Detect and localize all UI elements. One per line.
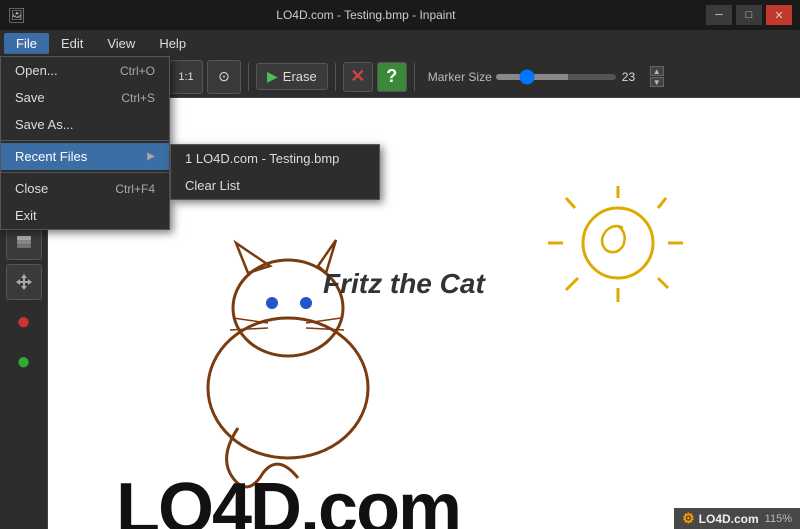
menu-close[interactable]: Close Ctrl+F4 (1, 175, 169, 202)
menu-bar: File Edit View Help (0, 30, 800, 56)
minimize-button[interactable]: ─ (706, 5, 732, 25)
svg-text:Fritz the Cat: Fritz the Cat (323, 268, 486, 299)
menu-file[interactable]: File (4, 33, 49, 54)
menu-separator-1 (1, 140, 169, 141)
title-bar: 🖼 LO4D.com - Testing.bmp - Inpaint ─ □ ✕ (0, 0, 800, 30)
status-bar: ⚙ LO4D.com 115% (674, 508, 800, 529)
marker-increase[interactable]: ▲ (650, 66, 664, 76)
open-label: Open... (15, 63, 58, 78)
window-title: LO4D.com - Testing.bmp - Inpaint (26, 8, 706, 22)
window-controls: ─ □ ✕ (706, 5, 792, 25)
move-tool-button[interactable] (6, 264, 42, 300)
save-shortcut: Ctrl+S (121, 91, 155, 105)
marker-size-label: Marker Size (428, 70, 492, 84)
marker-size-value: 23 (622, 70, 644, 84)
zoom-reset-button[interactable]: 1:1 (169, 60, 203, 94)
close-shortcut: Ctrl+F4 (115, 182, 155, 196)
layers-icon (14, 232, 34, 252)
toolbar-separator-2 (248, 63, 249, 91)
logo-text: LO4D.com (699, 512, 759, 526)
lo4d-logo: ⚙ LO4D.com (682, 510, 759, 527)
menu-separator-2 (1, 172, 169, 173)
menu-exit[interactable]: Exit (1, 202, 169, 229)
menu-recent-files[interactable]: Recent Files ▶ (1, 143, 169, 170)
recent-files-label: Recent Files (15, 149, 87, 164)
open-shortcut: Ctrl+O (120, 64, 155, 78)
zoom-level: 115% (765, 513, 792, 525)
menu-open[interactable]: Open... Ctrl+O (1, 57, 169, 84)
save-as-label: Save As... (15, 117, 74, 132)
color-red-button[interactable]: ● (6, 304, 42, 340)
menu-view[interactable]: View (95, 33, 147, 54)
zoom-fit-button[interactable]: ⊙ (207, 60, 241, 94)
exit-label: Exit (15, 208, 37, 223)
clear-list-item[interactable]: Clear List (171, 172, 379, 199)
menu-save-as[interactable]: Save As... (1, 111, 169, 138)
app-icon: 🖼 (8, 7, 26, 24)
marker-arrows: ▲ ▼ (650, 66, 664, 87)
close-button[interactable]: ✕ (766, 5, 792, 25)
recent-files-submenu: 1 LO4D.com - Testing.bmp Clear List (170, 144, 380, 200)
move-icon (14, 272, 34, 292)
lo4d-icon: ⚙ (682, 510, 695, 527)
menu-save[interactable]: Save Ctrl+S (1, 84, 169, 111)
maximize-button[interactable]: □ (736, 5, 762, 25)
toolbar-separator-4 (414, 63, 415, 91)
file-menu-dropdown: Open... Ctrl+O Save Ctrl+S Save As... Re… (0, 56, 170, 230)
recent-file-1[interactable]: 1 LO4D.com - Testing.bmp (171, 145, 379, 172)
marker-size-slider[interactable] (496, 74, 616, 80)
file-dropdown: Open... Ctrl+O Save Ctrl+S Save As... Re… (0, 56, 170, 230)
submenu-arrow: ▶ (147, 151, 155, 162)
marker-slider-container: 23 ▲ ▼ (496, 66, 664, 87)
cancel-button[interactable]: ✕ (343, 62, 373, 92)
menu-help[interactable]: Help (147, 33, 198, 54)
marker-decrease[interactable]: ▼ (650, 77, 664, 87)
menu-edit[interactable]: Edit (49, 33, 95, 54)
play-icon: ▶ (267, 68, 278, 85)
color-green-button[interactable]: ● (6, 344, 42, 380)
save-label: Save (15, 90, 45, 105)
close-label: Close (15, 181, 48, 196)
svg-text:LO4D.com: LO4D.com (116, 469, 460, 529)
erase-button[interactable]: ▶ Erase (256, 63, 328, 90)
toolbar-separator-3 (335, 63, 336, 91)
help-button[interactable]: ? (377, 62, 407, 92)
erase-label: Erase (283, 69, 317, 84)
